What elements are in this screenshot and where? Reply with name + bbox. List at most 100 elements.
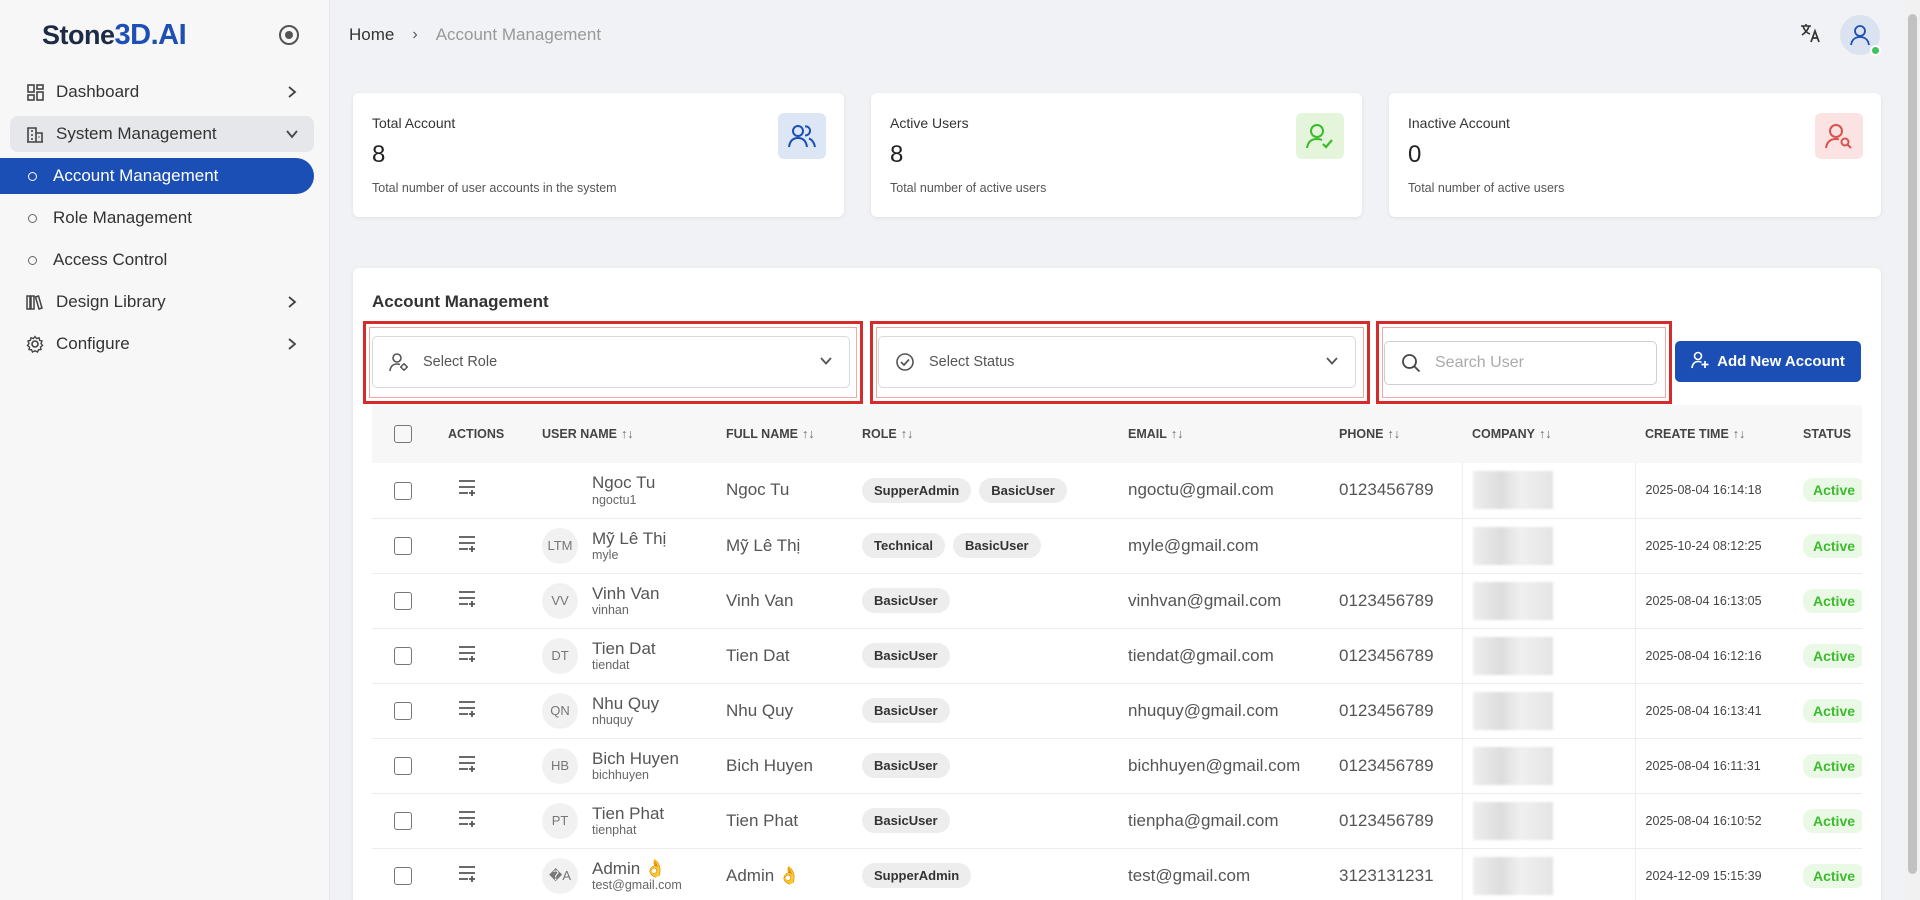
translate-icon[interactable] — [1800, 23, 1822, 48]
row-select-cell — [372, 518, 438, 574]
row-actions-icon[interactable] — [458, 645, 478, 667]
row-create-time-cell: 2025-08-04 16:12:16 — [1635, 628, 1793, 684]
row-phone-cell: 3123131231 — [1329, 848, 1462, 900]
online-indicator — [1870, 45, 1881, 56]
sidebar-item-design-library[interactable]: Design Library — [10, 284, 314, 320]
row-fullname-cell: Tien Dat — [716, 628, 852, 684]
chevron-right-icon — [284, 337, 300, 351]
column-header-phone[interactable]: PHONE ↑↓ — [1329, 405, 1462, 463]
row-checkbox[interactable] — [394, 812, 412, 831]
row-email-cell: ngoctu@gmail.com — [1118, 463, 1329, 519]
user-check-icon — [1296, 113, 1344, 159]
row-checkbox[interactable] — [394, 757, 412, 776]
row-checkbox[interactable] — [394, 481, 412, 500]
role-select[interactable]: Select Role — [372, 336, 850, 388]
row-checkbox[interactable] — [394, 592, 412, 611]
row-status-cell: Active — [1793, 573, 1862, 629]
row-status-cell: Active — [1793, 683, 1862, 739]
column-header-username[interactable]: USER NAME ↑↓ — [532, 405, 716, 463]
username-display: Bich Huyen — [592, 748, 679, 768]
row-checkbox[interactable] — [394, 702, 412, 721]
page-scrollbar[interactable] — [1905, 0, 1920, 900]
sidebar-item-dashboard[interactable]: Dashboard — [10, 74, 314, 110]
role-tag: Technical — [862, 533, 946, 558]
column-header-email[interactable]: EMAIL ↑↓ — [1118, 405, 1329, 463]
sort-icon[interactable]: ↑↓ — [1387, 427, 1400, 441]
sort-icon[interactable]: ↑↓ — [1733, 427, 1746, 441]
library-icon — [24, 294, 46, 311]
sidebar-item-system-management[interactable]: System Management — [10, 116, 314, 152]
sidebar-item-configure[interactable]: Configure — [10, 326, 314, 362]
sort-icon[interactable]: ↑↓ — [1171, 427, 1184, 441]
column-header-fullname[interactable]: FULL NAME ↑↓ — [716, 405, 852, 463]
breadcrumb-home[interactable]: Home — [349, 25, 394, 45]
status-select-placeholder: Select Status — [929, 354, 1015, 370]
row-select-cell — [372, 573, 438, 629]
column-header-company[interactable]: COMPANY ↑↓ — [1462, 405, 1635, 463]
username-display: Tien Dat — [592, 638, 656, 658]
table-row: QN Nhu Quy nhuquy Nhu Quy BasicUser nhuquy@gm… — [372, 683, 1862, 739]
row-fullname-cell: Tien Phat — [716, 793, 852, 849]
sort-icon[interactable]: ↑↓ — [1539, 427, 1552, 441]
status-badge: Active — [1803, 863, 1862, 888]
sidebar-subitem-access-control[interactable]: Access Control — [0, 242, 314, 278]
table-row: VV Vinh Van vinhan Vinh Van BasicUser vinhvan… — [372, 573, 1862, 629]
row-actions-icon[interactable] — [458, 700, 478, 722]
scrollbar-thumb[interactable] — [1908, 14, 1917, 874]
redacted-company — [1472, 581, 1553, 620]
breadcrumb-current: Account Management — [435, 25, 602, 44]
user-gear-icon — [389, 352, 411, 372]
redacted-company — [1472, 471, 1553, 510]
row-actions-icon[interactable] — [458, 755, 478, 777]
row-actions-icon[interactable] — [458, 865, 478, 887]
row-actions-icon[interactable] — [458, 535, 478, 557]
sidebar-subitem-role-management[interactable]: Role Management — [0, 200, 314, 236]
user-avatar[interactable] — [1840, 15, 1881, 56]
row-company-cell — [1461, 628, 1636, 684]
column-header-create-time[interactable]: CREATE TIME ↑↓ — [1635, 405, 1793, 463]
chevron-down-icon — [1325, 354, 1339, 370]
row-avatar: VV — [542, 582, 578, 619]
row-checkbox[interactable] — [394, 537, 412, 556]
role-tag: SupperAdmin — [862, 863, 972, 888]
username-login: ngoctu1 — [592, 492, 637, 507]
row-username-cell: QN Nhu Quy nhuquy — [532, 683, 716, 739]
sort-icon[interactable]: ↑↓ — [901, 427, 914, 441]
role-tag: BasicUser — [862, 753, 950, 778]
accounts-table: ACTIONS USER NAME ↑↓ FULL NAME ↑↓ ROLE ↑↓ E… — [372, 405, 1862, 900]
row-avatar: QN — [542, 692, 578, 729]
username-display: Mỹ Lê Thị — [592, 528, 667, 548]
search-user-input[interactable]: Search User — [1384, 341, 1657, 385]
row-fullname-cell: Nhu Quy — [716, 683, 852, 739]
column-header-role[interactable]: ROLE ↑↓ — [852, 405, 1118, 463]
row-company-cell — [1461, 738, 1636, 794]
row-actions-cell — [438, 628, 532, 684]
stat-card-inactive: Inactive Account 0 Total number of activ… — [1389, 93, 1881, 217]
row-actions-icon[interactable] — [458, 590, 478, 612]
username-display: Admin 👌 — [592, 858, 667, 878]
row-status-cell: Active — [1793, 628, 1862, 684]
row-username-cell: VV Vinh Van vinhan — [532, 573, 716, 629]
row-select-cell — [372, 463, 438, 519]
row-select-cell — [372, 848, 438, 900]
status-badge: Active — [1803, 753, 1862, 778]
table-row: Ngoc Tu ngoctu1 Ngoc Tu SupperAdmin BasicUse… — [372, 463, 1862, 519]
row-actions-cell — [438, 518, 532, 574]
sort-icon[interactable]: ↑↓ — [621, 427, 634, 441]
status-select[interactable]: Select Status — [878, 336, 1356, 388]
row-phone-cell: 0123456789 — [1329, 793, 1462, 849]
row-checkbox[interactable] — [394, 647, 412, 666]
sort-icon[interactable]: ↑↓ — [802, 427, 815, 441]
collapse-sidebar-icon[interactable] — [279, 25, 299, 45]
role-tag: BasicUser — [862, 643, 950, 668]
row-phone-cell — [1329, 518, 1462, 574]
breadcrumb-separator: › — [412, 26, 418, 43]
row-username-cell: LTM Mỹ Lê Thị myle — [532, 518, 716, 574]
row-actions-icon[interactable] — [458, 479, 478, 501]
row-actions-icon[interactable] — [458, 810, 478, 832]
row-avatar: HB — [542, 747, 578, 784]
row-checkbox[interactable] — [394, 867, 412, 886]
add-new-account-button[interactable]: Add New Account — [1675, 341, 1861, 382]
sidebar-subitem-account-management[interactable]: Account Management — [0, 158, 314, 194]
select-all-checkbox[interactable] — [394, 425, 412, 443]
